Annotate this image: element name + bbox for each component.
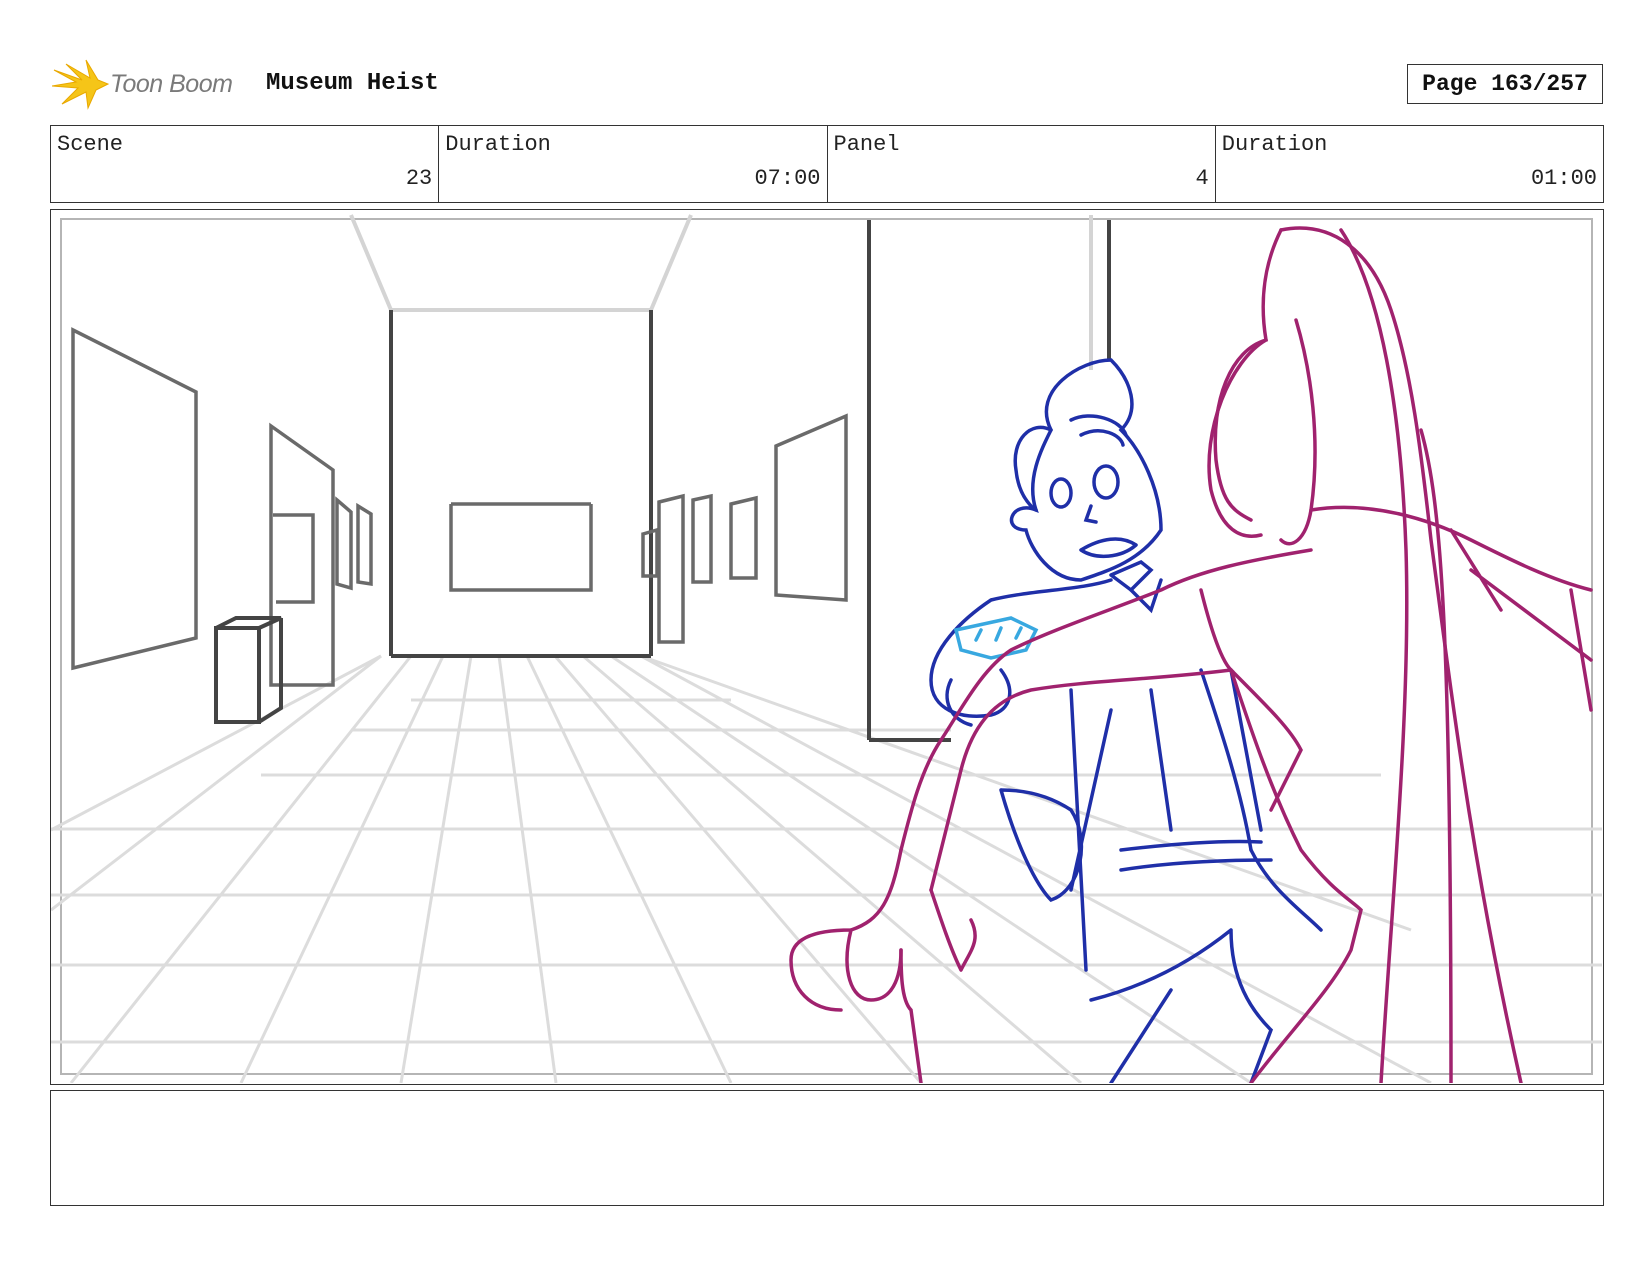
scene-cell: Scene 23 — [51, 126, 440, 202]
toon-boom-logo: Toon Boom — [51, 58, 252, 112]
safe-area-frame — [60, 218, 1593, 1075]
scene-info-table: Scene 23 Duration 07:00 Panel 4 Duration… — [50, 125, 1604, 203]
highlight-prop — [953, 616, 1039, 660]
gallery-paintings — [71, 327, 848, 687]
panel-duration-label: Duration — [1221, 132, 1328, 157]
page-number: Page 163/257 — [1407, 64, 1603, 104]
floor-grid — [51, 654, 1602, 1083]
panel-drawing — [51, 214, 1602, 1083]
storyboard-panel — [50, 209, 1604, 1085]
project-title: Museum Heist — [266, 70, 439, 97]
panel-duration-value: 01:00 — [1530, 166, 1597, 191]
scene-duration-cell: Duration 07:00 — [439, 126, 828, 202]
scene-value: 23 — [405, 166, 433, 191]
logo-flame-icon — [51, 59, 110, 110]
man-character — [929, 358, 1323, 1083]
panel-notes[interactable] — [50, 1090, 1604, 1206]
logo-text: Toon Boom — [110, 70, 233, 98]
scene-duration-value: 07:00 — [754, 166, 821, 191]
scene-label: Scene — [57, 132, 124, 157]
panel-cell: Panel 4 — [828, 126, 1216, 202]
panel-label: Panel — [833, 132, 900, 157]
panel-value: 4 — [1195, 166, 1209, 191]
scene-duration-label: Duration — [445, 132, 551, 157]
ceiling-lines — [349, 214, 1093, 370]
panel-duration-cell: Duration 01:00 — [1216, 126, 1603, 202]
